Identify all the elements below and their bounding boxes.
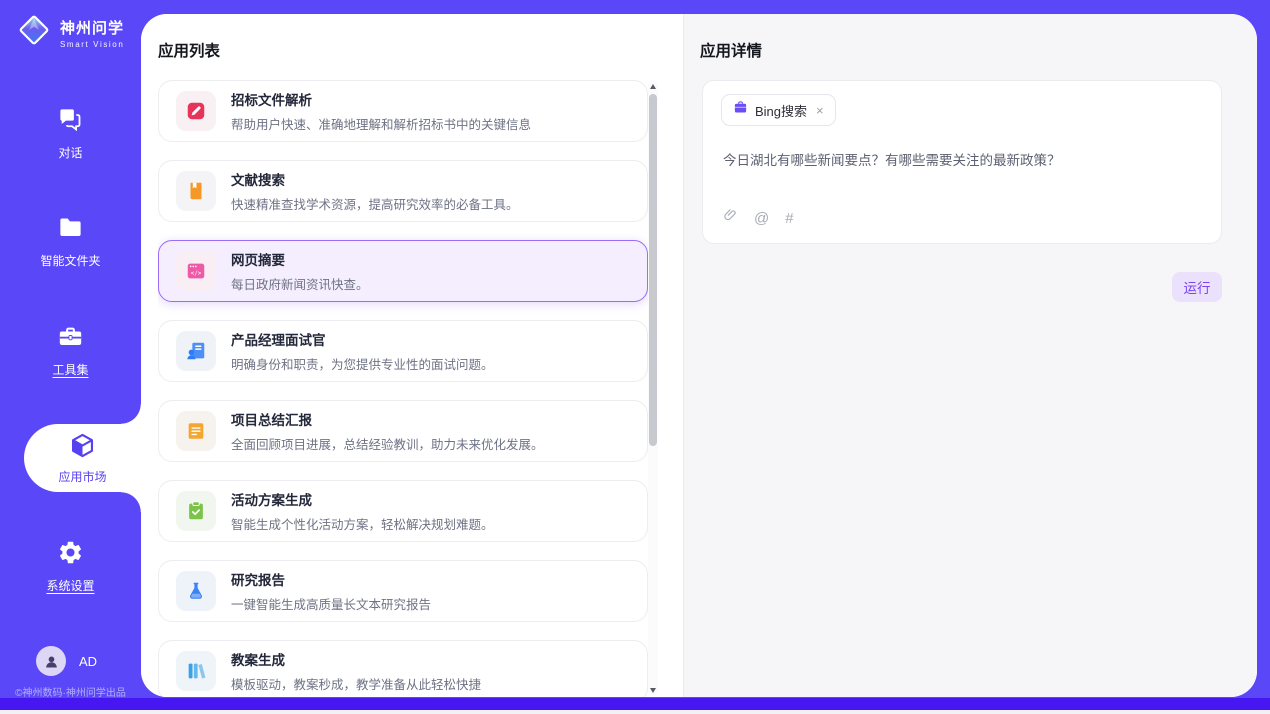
app-name: 文献搜索	[231, 169, 519, 189]
app-list-section: 应用列表 招标文件解析帮助用户快速、准确地理解和解析招标书中的关键信息文献搜索快…	[141, 14, 683, 697]
brand-subtitle: Smart Vision	[60, 40, 124, 49]
sidebar-item-label: 系统设置	[46, 577, 94, 594]
clipboard-check-icon	[176, 491, 216, 531]
sidebar-item-label: 智能文件夹	[40, 252, 100, 269]
chat-icon	[57, 106, 84, 138]
pen-square-icon	[176, 91, 216, 131]
sidebar-item-chat[interactable]: 对话	[0, 106, 141, 161]
query-input-card[interactable]: Bing搜索 × 今日湖北有哪些新闻要点？有哪些需要关注的最新政策？ @ #	[702, 80, 1222, 244]
hash-icon[interactable]: #	[785, 211, 793, 226]
scrollbar-thumb[interactable]	[649, 94, 657, 446]
copyright-footer: ©神州数码·神州问学出品	[0, 684, 141, 699]
content-panel: 应用列表 招标文件解析帮助用户快速、准确地理解和解析招标书中的关键信息文献搜索快…	[141, 14, 1257, 697]
app-name: 教案生成	[231, 649, 481, 669]
folder-icon	[57, 214, 84, 246]
app-name: 活动方案生成	[231, 489, 494, 509]
browser-code-icon: </>	[176, 251, 216, 291]
gear-icon	[57, 539, 84, 571]
user-profile[interactable]: AD	[36, 646, 97, 676]
list-item[interactable]: 项目总结汇报全面回顾项目进展，总结经验教训，助力未来优化发展。	[158, 400, 648, 462]
app-description: 帮助用户快速、准确地理解和解析招标书中的关键信息	[231, 114, 531, 133]
list-item[interactable]: 活动方案生成智能生成个性化活动方案，轻松解决规划难题。	[158, 480, 648, 542]
cube-icon	[69, 432, 96, 464]
query-text[interactable]: 今日湖北有哪些新闻要点？有哪些需要关注的最新政策？	[723, 149, 1201, 169]
app-description: 一键智能生成高质量长文本研究报告	[231, 594, 431, 613]
interview-icon	[176, 331, 216, 371]
scroll-down-arrow-icon[interactable]	[648, 684, 658, 696]
sidebar-item-smart-folder[interactable]: 智能文件夹	[0, 214, 141, 269]
app-window: 神州问学 Smart Vision 对话 智能文件夹 工具集	[0, 0, 1270, 714]
brand-name: 神州问学	[60, 17, 124, 38]
list-item[interactable]: 招标文件解析帮助用户快速、准确地理解和解析招标书中的关键信息	[158, 80, 648, 142]
books-icon	[176, 651, 216, 691]
list-item[interactable]: 教案生成模板驱动，教案秒成，教学准备从此轻松快捷	[158, 640, 648, 697]
sidebar-item-app-market[interactable]: 应用市场	[24, 424, 141, 492]
app-name: 研究报告	[231, 569, 431, 589]
briefcase-icon	[733, 100, 748, 120]
sidebar-item-label: 应用市场	[58, 468, 106, 485]
tool-chip-bing-search[interactable]: Bing搜索 ×	[721, 94, 836, 126]
tool-chip-label: Bing搜索	[755, 101, 807, 120]
app-description: 智能生成个性化活动方案，轻松解决规划难题。	[231, 514, 494, 533]
app-description: 每日政府新闻资讯快查。	[231, 274, 369, 293]
close-icon[interactable]: ×	[816, 104, 824, 117]
app-name: 产品经理面试官	[231, 329, 494, 349]
sidebar-item-label: 工具集	[52, 361, 88, 378]
list-item[interactable]: 文献搜索快速精准查找学术资源，提高研究效率的必备工具。	[158, 160, 648, 222]
brand-diamond-icon	[16, 12, 52, 53]
avatar-person-icon	[43, 653, 60, 670]
toolbox-icon	[57, 323, 84, 355]
app-description: 模板驱动，教案秒成，教学准备从此轻松快捷	[231, 674, 481, 693]
paperclip-icon[interactable]	[723, 208, 738, 228]
app-detail-title: 应用详情	[700, 39, 762, 61]
at-icon[interactable]: @	[754, 211, 769, 226]
app-name: 招标文件解析	[231, 89, 531, 109]
sidebar-item-settings[interactable]: 系统设置	[0, 539, 141, 594]
avatar	[36, 646, 66, 676]
app-name: 项目总结汇报	[231, 409, 544, 429]
list-item[interactable]: 研究报告一键智能生成高质量长文本研究报告	[158, 560, 648, 622]
app-description: 明确身份和职责，为您提供专业性的面试问题。	[231, 354, 494, 373]
list-item[interactable]: 产品经理面试官明确身份和职责，为您提供专业性的面试问题。	[158, 320, 648, 382]
app-description: 快速精准查找学术资源，提高研究效率的必备工具。	[231, 194, 519, 213]
scroll-up-arrow-icon[interactable]	[648, 80, 658, 92]
flask-icon	[176, 571, 216, 611]
book-icon	[176, 171, 216, 211]
app-detail-section: 应用详情 Bing搜索 × 今日湖北有哪些新闻要点？有哪些需要关注的最新政策？ …	[683, 14, 1257, 697]
bottom-accent-bar	[0, 698, 1270, 710]
app-list-title: 应用列表	[158, 39, 220, 61]
run-button[interactable]: 运行	[1172, 272, 1222, 302]
list-item[interactable]: </> 网页摘要每日政府新闻资讯快查。	[158, 240, 648, 302]
sidebar-item-label: 对话	[58, 144, 82, 161]
app-list: 招标文件解析帮助用户快速、准确地理解和解析招标书中的关键信息文献搜索快速精准查找…	[158, 80, 648, 697]
user-name: AD	[79, 654, 97, 669]
scrollbar[interactable]	[648, 80, 658, 696]
note-icon	[176, 411, 216, 451]
attachment-toolbar: @ #	[723, 208, 794, 228]
sidebar-item-toolset[interactable]: 工具集	[0, 323, 141, 378]
app-name: 网页摘要	[231, 249, 369, 269]
svg-text:</>: </>	[191, 270, 202, 277]
brand-logo: 神州问学 Smart Vision	[16, 12, 124, 53]
app-description: 全面回顾项目进展，总结经验教训，助力未来优化发展。	[231, 434, 544, 453]
sidebar: 神州问学 Smart Vision 对话 智能文件夹 工具集	[0, 0, 141, 710]
